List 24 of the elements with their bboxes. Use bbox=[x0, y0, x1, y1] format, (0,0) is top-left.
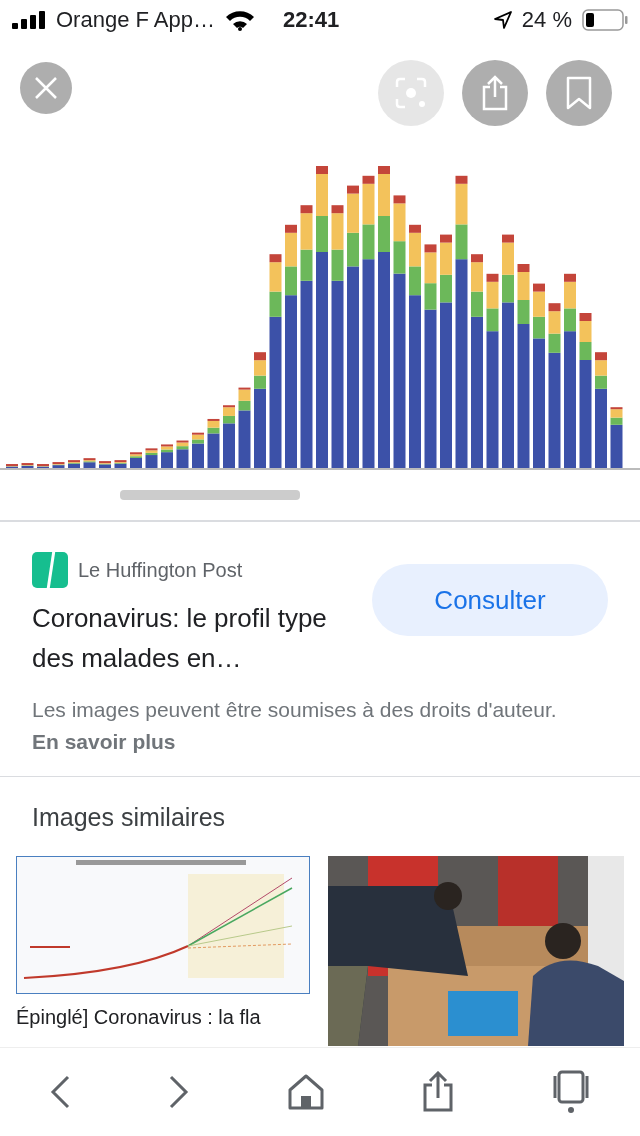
back-icon bbox=[48, 1075, 71, 1109]
publisher-logo-icon bbox=[32, 552, 68, 588]
location-arrow-icon bbox=[493, 11, 512, 29]
learn-more-link[interactable]: En savoir plus bbox=[32, 730, 176, 753]
page-title[interactable]: Coronavirus: le profil type des malades en… bbox=[32, 598, 352, 678]
tabs-icon bbox=[551, 1070, 592, 1114]
home-icon bbox=[288, 1074, 324, 1110]
publisher-name: Le Huffington Post bbox=[78, 558, 243, 582]
section-heading: Images similaires bbox=[31, 802, 227, 833]
wifi-icon bbox=[225, 9, 255, 31]
copyright-notice: Les images peuvent être soumises à des droits d'auteur. En savoir plus bbox=[31, 697, 558, 755]
visit-button[interactable]: Consulter bbox=[372, 564, 608, 636]
clock-time: 22:41 bbox=[283, 7, 340, 33]
bookmark-icon bbox=[566, 76, 592, 110]
forward-icon bbox=[168, 1075, 191, 1109]
battery-percentage: 24 % bbox=[521, 7, 572, 33]
share-icon bbox=[480, 75, 510, 111]
share-icon bbox=[421, 1071, 454, 1113]
battery-icon bbox=[582, 9, 628, 31]
close-icon bbox=[34, 76, 58, 100]
carrier-name: Orange F App… bbox=[56, 7, 215, 33]
signal-icon bbox=[12, 11, 46, 29]
lens-icon bbox=[395, 77, 427, 109]
image-caption[interactable]: Épinglé] Coronavirus : la fla bbox=[16, 1006, 310, 1029]
